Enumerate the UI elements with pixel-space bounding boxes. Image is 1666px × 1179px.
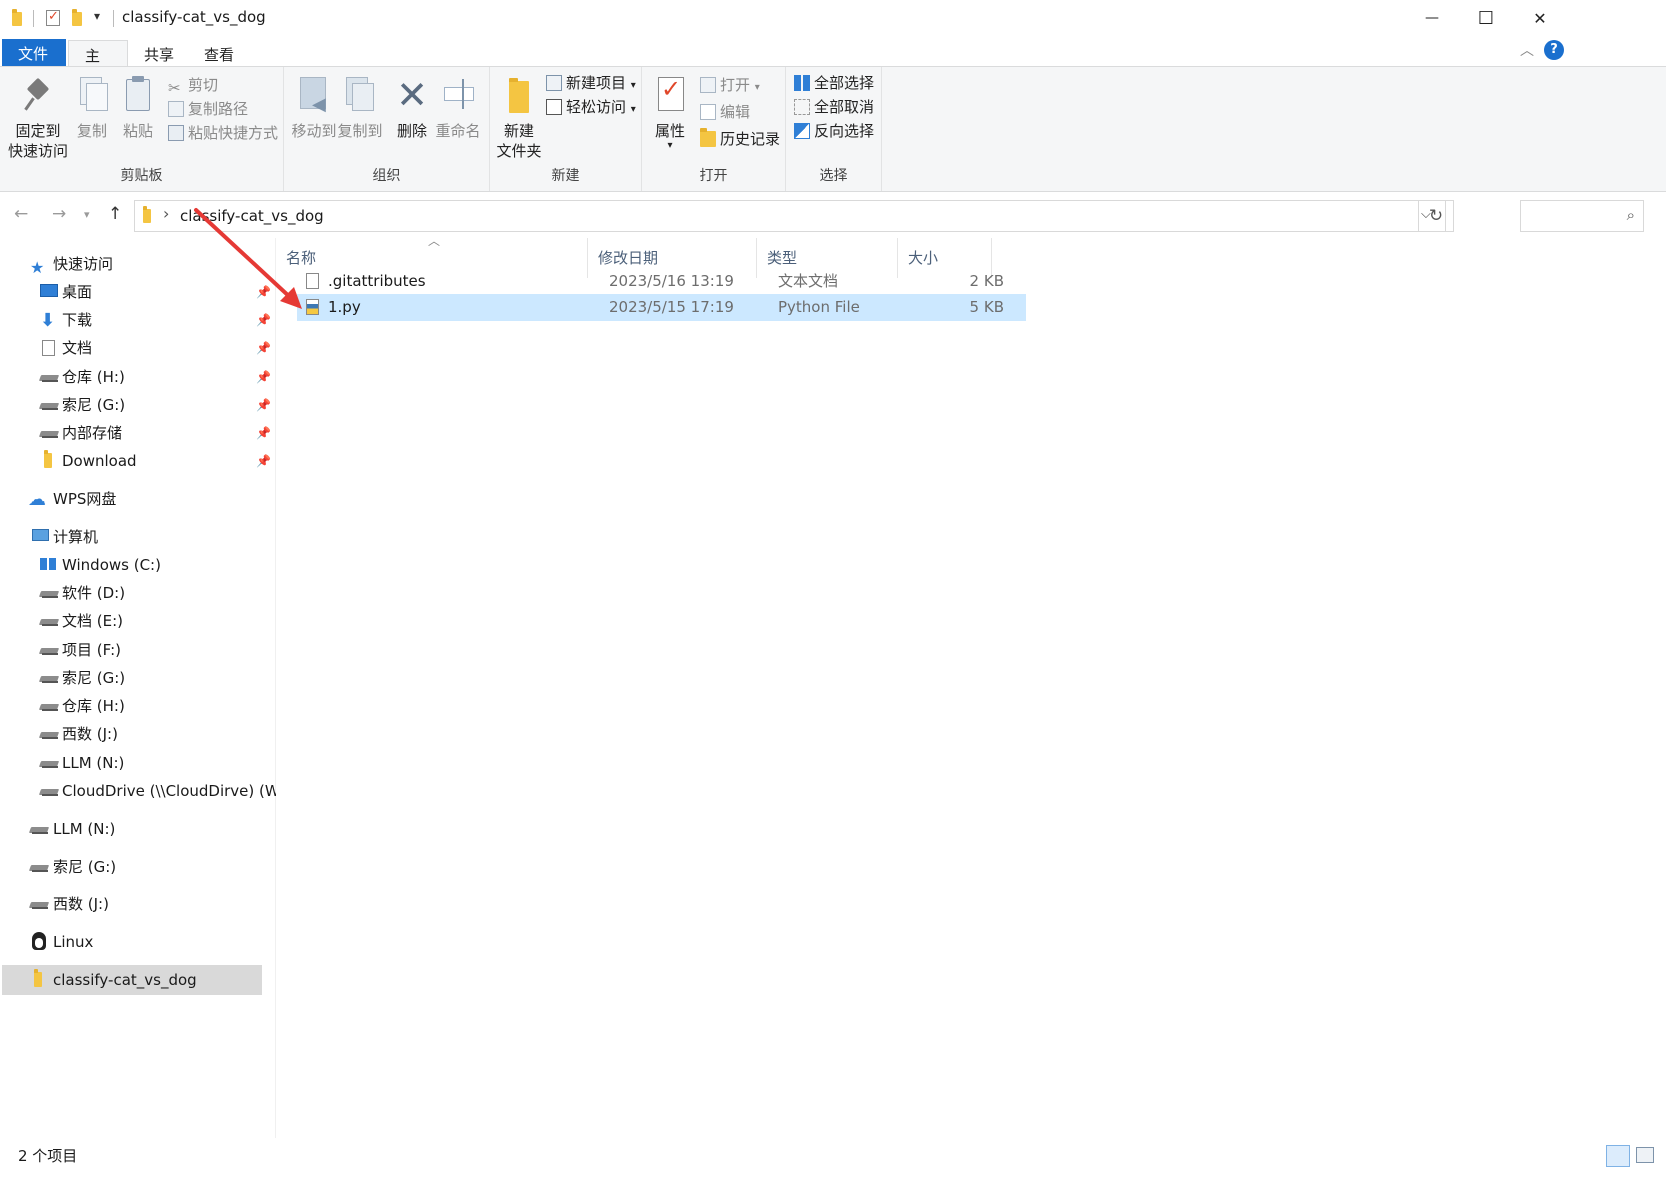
annotation-arrow bbox=[194, 208, 302, 309]
item-count: 2 个项目 bbox=[18, 1147, 78, 1165]
details-view-icon[interactable] bbox=[1606, 1145, 1630, 1167]
status-bar: 2 个项目 bbox=[0, 1138, 1666, 1179]
large-icons-view-icon[interactable] bbox=[1636, 1147, 1654, 1163]
